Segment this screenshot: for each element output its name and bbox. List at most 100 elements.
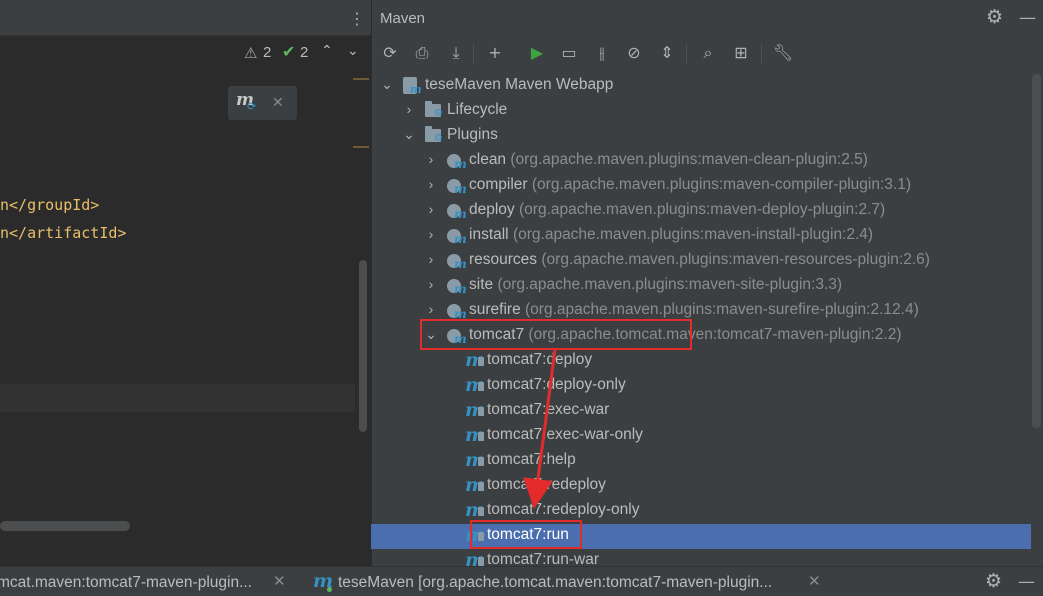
tree-row-plugin[interactable]: › m deploy (org.apache.maven.plugins:maven… [371, 199, 1031, 224]
chevron-right-icon[interactable]: › [425, 151, 437, 167]
tree-row-label: site (org.apache.maven.plugins:maven-sit… [469, 276, 842, 294]
maven-plugin-icon: m [447, 152, 467, 171]
code-line[interactable]: n</artifactId> [0, 224, 126, 242]
maven-goal-icon: m [465, 424, 486, 446]
chevron-down-icon[interactable]: ⌄ [381, 76, 393, 93]
node-name: resources [469, 251, 538, 268]
download-icon[interactable]: ⤓ [445, 42, 467, 64]
node-name: tomcat7:deploy-only [487, 376, 626, 393]
settings-wrench-icon[interactable]: 🔧︎ [772, 42, 794, 64]
plugin-coordinates: (org.apache.maven.plugins:maven-clean-pl… [510, 151, 868, 168]
run-tab-label[interactable]: mcat.maven:tomcat7-maven-plugin... [0, 574, 252, 592]
chevron-up-icon[interactable]: ⌃ [321, 43, 333, 59]
analyze-dependencies-icon[interactable]: ⌕ [697, 42, 719, 64]
tree-row-plugin[interactable]: › m site (org.apache.maven.plugins:maven-s… [371, 274, 1031, 299]
add-project-icon[interactable]: + [484, 42, 506, 64]
chevron-right-icon[interactable]: › [425, 251, 437, 267]
tree-row-goal[interactable]: m tomcat7:help [371, 449, 1031, 474]
tree-row-goal[interactable]: m tomcat7:deploy [371, 349, 1031, 374]
tree-row-label: deploy (org.apache.maven.plugins:maven-d… [469, 201, 885, 219]
run-icon[interactable]: ▶ [526, 42, 548, 64]
folder-gear-icon: ⚙ [425, 126, 445, 146]
tree-row-folder[interactable]: › ⚙ Lifecycle [371, 99, 1031, 124]
collapse-all-icon[interactable]: ⇕ [656, 42, 678, 64]
editor-pane[interactable]: ⋮ ⚠ 2 ✔ 2 ⌃ ⌄ m ⟳ ✕ n</groupId> n</artif… [0, 0, 371, 566]
tree-row-plugin[interactable]: › m resources (org.apache.maven.plugins:ma… [371, 249, 1031, 274]
tree-row-plugin[interactable]: › m compiler (org.apache.maven.plugins:mav… [371, 174, 1031, 199]
close-icon[interactable]: ✕ [273, 572, 286, 590]
node-name: surefire [469, 301, 521, 318]
node-name: teseMaven Maven Webapp [425, 76, 614, 93]
maven-plugin-icon: m [447, 202, 467, 221]
code-line[interactable]: n</groupId> [0, 196, 99, 214]
tree-row-label: tomcat7:deploy [487, 351, 592, 369]
tree-row-label: Plugins [447, 126, 498, 144]
chevron-right-icon[interactable]: › [425, 201, 437, 217]
tree-row-label: resources (org.apache.maven.plugins:mave… [469, 251, 930, 269]
maven-goal-icon: m [465, 499, 486, 521]
warning-count[interactable]: 2 [263, 44, 271, 61]
tree-row-label: tomcat7:deploy-only [487, 376, 626, 394]
node-name: deploy [469, 201, 515, 218]
maven-goal-icon: m [465, 399, 486, 421]
chevron-down-icon[interactable]: ⌄ [347, 43, 359, 59]
annotation-highlight-run [470, 520, 582, 549]
tree-row-folder[interactable]: ⌄ ⚙ Plugins [371, 124, 1031, 149]
chevron-right-icon[interactable]: › [425, 226, 437, 242]
node-name: clean [469, 151, 507, 168]
tree-row-goal[interactable]: m tomcat7:exec-war-only [371, 424, 1031, 449]
tree-row-goal[interactable]: m tomcat7:deploy-only [371, 374, 1031, 399]
node-name: site [469, 276, 494, 293]
minimize-icon[interactable]: — [1019, 8, 1036, 28]
skip-tests-icon[interactable]: ⊘ [623, 42, 645, 64]
running-indicator-icon [327, 587, 332, 592]
chevron-right-icon[interactable]: › [403, 101, 415, 117]
execute-goal-icon[interactable]: ▭ [558, 42, 580, 64]
node-name: tomcat7:exec-war [487, 401, 610, 418]
editor-horizontal-scrollbar[interactable] [0, 521, 130, 531]
chevron-right-icon[interactable]: › [425, 176, 437, 192]
show-diagram-icon[interactable]: ⊞ [730, 42, 752, 64]
toolbar-separator [686, 44, 687, 64]
tree-row-goal[interactable]: m tomcat7:redeploy [371, 474, 1031, 499]
current-line-highlight [0, 384, 355, 412]
more-vertical-icon[interactable]: ⋮ [349, 9, 365, 29]
chevron-down-icon[interactable]: ⌄ [403, 126, 415, 143]
tree-row-label: teseMaven Maven Webapp [425, 76, 613, 94]
editor-tab-bar [0, 0, 371, 36]
tree-scrollbar[interactable] [1032, 74, 1041, 428]
toolbar-separator [473, 44, 474, 64]
tree-row-label: tomcat7:exec-war [487, 401, 609, 419]
add-sources-icon[interactable]: ⎙ [411, 42, 433, 64]
tree-row-label: compiler (org.apache.maven.plugins:maven… [469, 176, 911, 194]
tree-row-label: tomcat7:redeploy-only [487, 501, 640, 519]
toggle-offline-icon[interactable]: ⫲ [591, 42, 613, 64]
maven-title: Maven [380, 10, 426, 27]
editor-vertical-scrollbar[interactable] [359, 260, 367, 432]
plugin-coordinates: (org.apache.maven.plugins:maven-deploy-p… [519, 201, 886, 218]
gear-icon[interactable]: ⚙ [986, 6, 1003, 28]
node-name: tomcat7:exec-war-only [487, 426, 643, 443]
tree-row-label: clean (org.apache.maven.plugins:maven-cl… [469, 151, 868, 169]
run-tab-label[interactable]: teseMaven [org.apache.tomcat.maven:tomca… [338, 574, 772, 592]
gutter-marker [353, 78, 369, 80]
tree-row-plugin[interactable]: › m clean (org.apache.maven.plugins:maven-… [371, 149, 1031, 174]
chevron-right-icon[interactable]: › [425, 301, 437, 317]
tree-row-goal[interactable]: m tomcat7:exec-war [371, 399, 1031, 424]
chevron-right-icon[interactable]: › [425, 276, 437, 292]
maven-header: Maven ⚙ — [372, 0, 1043, 36]
tree-row-project[interactable]: ⌄ m teseMaven Maven Webapp [371, 74, 1031, 99]
warning-icon[interactable]: ⚠ [244, 45, 260, 61]
check-count[interactable]: 2 [300, 44, 308, 61]
plugin-coordinates: (org.apache.maven.plugins:maven-install-… [512, 226, 874, 243]
maven-plugin-icon: m [447, 227, 467, 246]
reload-all-icon[interactable]: ⟳ [379, 42, 401, 64]
tree-row-plugin[interactable]: › m install (org.apache.maven.plugins:mave… [371, 224, 1031, 249]
tree-row-label: tomcat7:redeploy [487, 476, 606, 494]
close-icon[interactable]: ✕ [808, 572, 821, 590]
gear-icon[interactable]: ⚙ [985, 570, 1002, 592]
node-name: install [469, 226, 509, 243]
close-icon[interactable]: ✕ [272, 95, 284, 111]
check-icon[interactable]: ✔ [282, 44, 295, 60]
minimize-icon[interactable]: — [1018, 572, 1035, 592]
